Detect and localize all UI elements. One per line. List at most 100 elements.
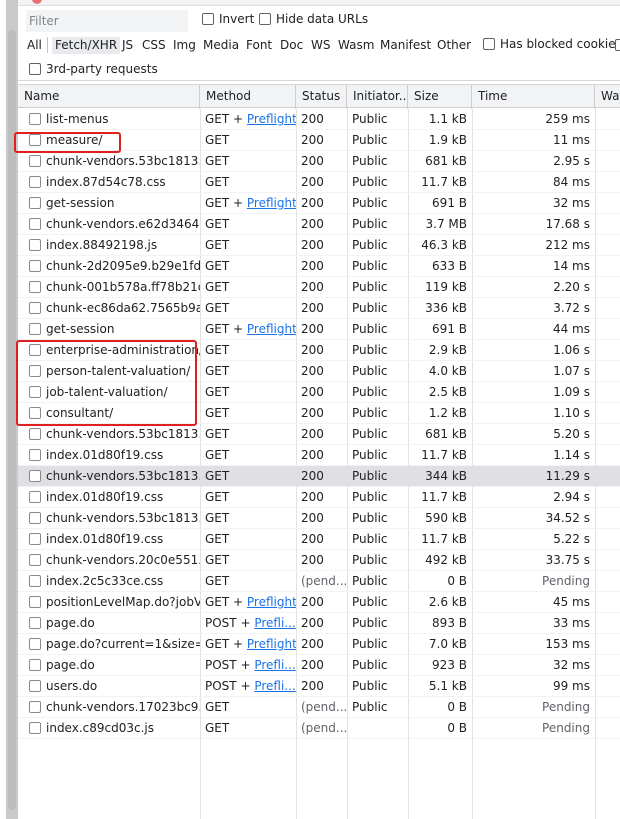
request-name[interactable]: chunk-vendors.53bc1813.css: [18, 151, 200, 172]
request-name[interactable]: chunk-vendors.20c0e551.css: [18, 550, 200, 571]
request-name[interactable]: index.01d80f19.css: [18, 529, 200, 550]
invert-checkbox[interactable]: Invert: [202, 12, 254, 26]
preflight-link[interactable]: Preflight: [247, 112, 296, 126]
request-row[interactable]: page.do?current=1&size=... GET + Prefligh…: [18, 634, 620, 655]
request-row[interactable]: users.do POST + Prefli... 200 Public 5.1 kB 9…: [18, 676, 620, 697]
preflight-link[interactable]: Prefli...: [254, 658, 295, 672]
request-row[interactable]: chunk-vendors.53bc1813.css GET 200 Public 34…: [18, 466, 620, 487]
request-row[interactable]: enterprise-administration/GET 200 Public 2.…: [18, 340, 620, 361]
type-filter-fetch-xhr[interactable]: Fetch/XHR: [52, 37, 121, 54]
request-row[interactable]: page.do POST + Prefli... 200 Public 923 B 32 …: [18, 655, 620, 676]
hide-data-urls-checkbox-box[interactable]: [259, 13, 271, 25]
column-header-size[interactable]: Size: [408, 85, 472, 109]
preflight-link[interactable]: Preflight: [247, 637, 296, 651]
request-name[interactable]: chunk-2d2095e9.b29e1fd2...: [18, 256, 200, 277]
request-row[interactable]: page.do POST + Prefli... 200 Public 893 B 33 …: [18, 613, 620, 634]
invert-checkbox-box[interactable]: [202, 13, 214, 25]
request-name[interactable]: page.do: [18, 613, 200, 634]
third-party-checkbox-box[interactable]: [29, 63, 41, 75]
request-row[interactable]: chunk-ec86da62.7565b9a1... GET 200 Public 33…: [18, 298, 620, 319]
request-size: 3.7 MB: [425, 217, 467, 231]
request-name[interactable]: consultant/: [18, 403, 200, 424]
request-name[interactable]: get-session: [18, 193, 200, 214]
request-row[interactable]: index.01d80f19.css GET 200 Public 11.7 kB 5.2…: [18, 529, 620, 550]
request-row[interactable]: chunk-2d2095e9.b29e1fd2... GET 200 Public 63…: [18, 256, 620, 277]
request-name[interactable]: list-menus: [18, 109, 200, 130]
blocked-cookies-checkbox[interactable]: Has blocked cookies: [483, 37, 620, 51]
request-name[interactable]: get-session: [18, 319, 200, 340]
request-name[interactable]: chunk-vendors.53bc1813.css: [18, 508, 200, 529]
request-name[interactable]: page.do: [18, 655, 200, 676]
request-row[interactable]: index.87d54c78.css GET 200 Public 11.7 kB 84 …: [18, 172, 620, 193]
third-party-checkbox[interactable]: 3rd-party requests: [29, 62, 158, 76]
request-name[interactable]: chunk-vendors.17023bc9.js: [18, 697, 200, 718]
request-row[interactable]: index.88492198.js GET 200 Public 46.3 kB 212 …: [18, 235, 620, 256]
request-name[interactable]: index.87d54c78.css: [18, 172, 200, 193]
request-row[interactable]: positionLevelMap.do?jobV... GET + Preflig…: [18, 592, 620, 613]
request-row[interactable]: get-session GET + Preflight 200 Public 691 B…: [18, 319, 620, 340]
request-name[interactable]: job-talent-valuation/: [18, 382, 200, 403]
preflight-link[interactable]: Preflight: [247, 322, 296, 336]
request-row[interactable]: chunk-vendors.53bc1813.css GET 200 Public 59…: [18, 508, 620, 529]
request-row[interactable]: measure/GET 200 Public 1.9 kB 11 ms: [18, 130, 620, 151]
blocked-cookies-checkbox-box[interactable]: [483, 38, 495, 50]
request-row[interactable]: chunk-vendors.53bc1813.css GET 200 Public 68…: [18, 151, 620, 172]
request-row[interactable]: index.01d80f19.css GET 200 Public 11.7 kB 2.9…: [18, 487, 620, 508]
overflow-checkbox-box[interactable]: [615, 39, 620, 51]
request-name[interactable]: page.do?current=1&size=...: [18, 634, 200, 655]
type-filter-media[interactable]: Media: [200, 37, 242, 54]
type-filter-other[interactable]: Other: [434, 37, 474, 54]
column-header-time[interactable]: Time: [472, 85, 595, 109]
request-name[interactable]: index.c89cd03c.js: [18, 718, 200, 739]
request-name[interactable]: chunk-vendors.53bc1813.css: [18, 424, 200, 445]
filter-input[interactable]: [26, 10, 188, 32]
request-row[interactable]: list-menus GET + Preflight 200 Public 1.1 kB…: [18, 109, 620, 130]
request-row[interactable]: chunk-vendors.53bc1813.css GET 200 Public 68…: [18, 424, 620, 445]
request-name[interactable]: measure/: [18, 130, 200, 151]
request-row[interactable]: person-talent-valuation/GET 200 Public 4.0 …: [18, 361, 620, 382]
column-header-status[interactable]: Status: [296, 85, 347, 109]
type-filter-manifest[interactable]: Manifest: [377, 37, 434, 54]
request-row[interactable]: get-session GET + Preflight 200 Public 691 B…: [18, 193, 620, 214]
request-row[interactable]: index.01d80f19.css GET 200 Public 11.7 kB 1.1…: [18, 445, 620, 466]
type-filter-doc[interactable]: Doc: [277, 37, 306, 54]
request-name[interactable]: positionLevelMap.do?jobV...: [18, 592, 200, 613]
column-header-name[interactable]: Name: [18, 85, 200, 109]
preflight-link[interactable]: Prefli...: [254, 679, 295, 693]
hide-data-urls-checkbox[interactable]: Hide data URLs: [259, 12, 368, 26]
request-row[interactable]: consultant/GET 200 Public 1.2 kB 1.10 s: [18, 403, 620, 424]
type-filter-ws[interactable]: WS: [308, 37, 333, 54]
request-name[interactable]: chunk-vendors.e62d3464.js: [18, 214, 200, 235]
request-row[interactable]: chunk-vendors.17023bc9.js GET (pend... Publ…: [18, 697, 620, 718]
column-header-initiator[interactable]: Initiator..: [347, 85, 408, 109]
column-header-waterfall[interactable]: Wat: [595, 85, 620, 109]
request-name[interactable]: chunk-001b578a.ff78b21c.js: [18, 277, 200, 298]
side-scrollbar-thumb[interactable]: [8, 30, 16, 810]
type-filter-css[interactable]: CSS: [139, 37, 169, 54]
preflight-link[interactable]: Prefli...: [254, 616, 295, 630]
type-filter-all[interactable]: All: [24, 37, 45, 54]
request-name[interactable]: index.88492198.js: [18, 235, 200, 256]
type-filter-wasm[interactable]: Wasm: [335, 37, 377, 54]
request-name[interactable]: chunk-ec86da62.7565b9a1...: [18, 298, 200, 319]
column-header-method[interactable]: Method: [200, 85, 296, 109]
request-row[interactable]: index.2c5c33ce.css GET (pend... Public 0 B Pe…: [18, 571, 620, 592]
request-name[interactable]: chunk-vendors.53bc1813.css: [18, 466, 200, 487]
request-row[interactable]: chunk-001b578a.ff78b21c.js GET 200 Public 11…: [18, 277, 620, 298]
request-name[interactable]: users.do: [18, 676, 200, 697]
request-row[interactable]: job-talent-valuation/GET 200 Public 2.5 kB 1…: [18, 382, 620, 403]
request-name[interactable]: index.01d80f19.css: [18, 487, 200, 508]
request-name[interactable]: person-talent-valuation/: [18, 361, 200, 382]
request-name[interactable]: index.2c5c33ce.css: [18, 571, 200, 592]
request-row[interactable]: chunk-vendors.e62d3464.js GET 200 Public 3.7…: [18, 214, 620, 235]
preflight-link[interactable]: Preflight: [247, 196, 296, 210]
preflight-link[interactable]: Preflight: [247, 595, 296, 609]
type-filter-img[interactable]: Img: [170, 37, 199, 54]
request-name[interactable]: index.01d80f19.css: [18, 445, 200, 466]
request-row[interactable]: chunk-vendors.20c0e551.css GET 200 Public 49…: [18, 550, 620, 571]
request-name[interactable]: enterprise-administration/: [18, 340, 200, 361]
type-filter-font[interactable]: Font: [243, 37, 275, 54]
record-icon[interactable]: [32, 0, 42, 4]
type-filter-js[interactable]: JS: [119, 37, 136, 54]
request-row[interactable]: index.c89cd03c.js GET (pend... 0 B Pending: [18, 718, 620, 739]
